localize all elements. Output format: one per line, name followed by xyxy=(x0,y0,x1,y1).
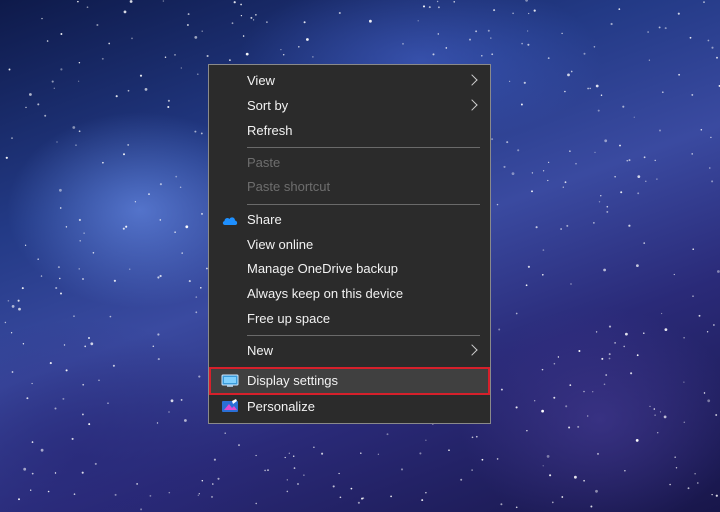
menu-item-label: Paste xyxy=(247,155,281,170)
menu-item-share[interactable]: Share xyxy=(209,208,490,232)
chevron-right-icon xyxy=(466,74,478,86)
desktop-context-menu: View Sort by Refresh Paste Paste shortcu… xyxy=(208,64,491,424)
chevron-right-icon xyxy=(466,99,478,111)
menu-item-label: Free up space xyxy=(247,311,331,326)
menu-item-always-keep-on-device[interactable]: Always keep on this device xyxy=(209,282,490,306)
menu-item-paste-shortcut[interactable]: Paste shortcut xyxy=(209,175,490,199)
menu-item-label: View xyxy=(247,73,275,88)
menu-item-refresh[interactable]: Refresh xyxy=(209,119,490,143)
menu-item-label: Manage OneDrive backup xyxy=(247,261,399,276)
menu-separator xyxy=(247,147,480,148)
menu-item-label: Always keep on this device xyxy=(247,286,404,301)
menu-item-personalize[interactable]: Personalize xyxy=(209,395,490,419)
onedrive-cloud-icon xyxy=(222,217,238,225)
chevron-right-icon xyxy=(466,344,478,356)
menu-item-display-settings[interactable]: Display settings xyxy=(209,369,490,393)
menu-item-manage-onedrive-backup[interactable]: Manage OneDrive backup xyxy=(209,257,490,281)
menu-item-paste[interactable]: Paste xyxy=(209,151,490,175)
menu-item-label: Sort by xyxy=(247,98,289,113)
menu-item-free-up-space[interactable]: Free up space xyxy=(209,307,490,331)
display-settings-icon xyxy=(221,374,239,387)
menu-item-new[interactable]: New xyxy=(209,339,490,363)
menu-item-sort-by[interactable]: Sort by xyxy=(209,94,490,118)
menu-item-label: Share xyxy=(247,212,282,227)
menu-separator xyxy=(247,204,480,205)
menu-item-view-online[interactable]: View online xyxy=(209,233,490,257)
menu-item-label: Refresh xyxy=(247,123,293,138)
personalize-icon xyxy=(222,399,238,412)
menu-item-label: Display settings xyxy=(247,373,339,388)
menu-separator xyxy=(247,335,480,336)
menu-item-label: Personalize xyxy=(247,399,315,414)
menu-item-label: View online xyxy=(247,237,314,252)
menu-item-label: New xyxy=(247,343,274,358)
menu-item-view[interactable]: View xyxy=(209,69,490,93)
menu-item-label: Paste shortcut xyxy=(247,179,331,194)
